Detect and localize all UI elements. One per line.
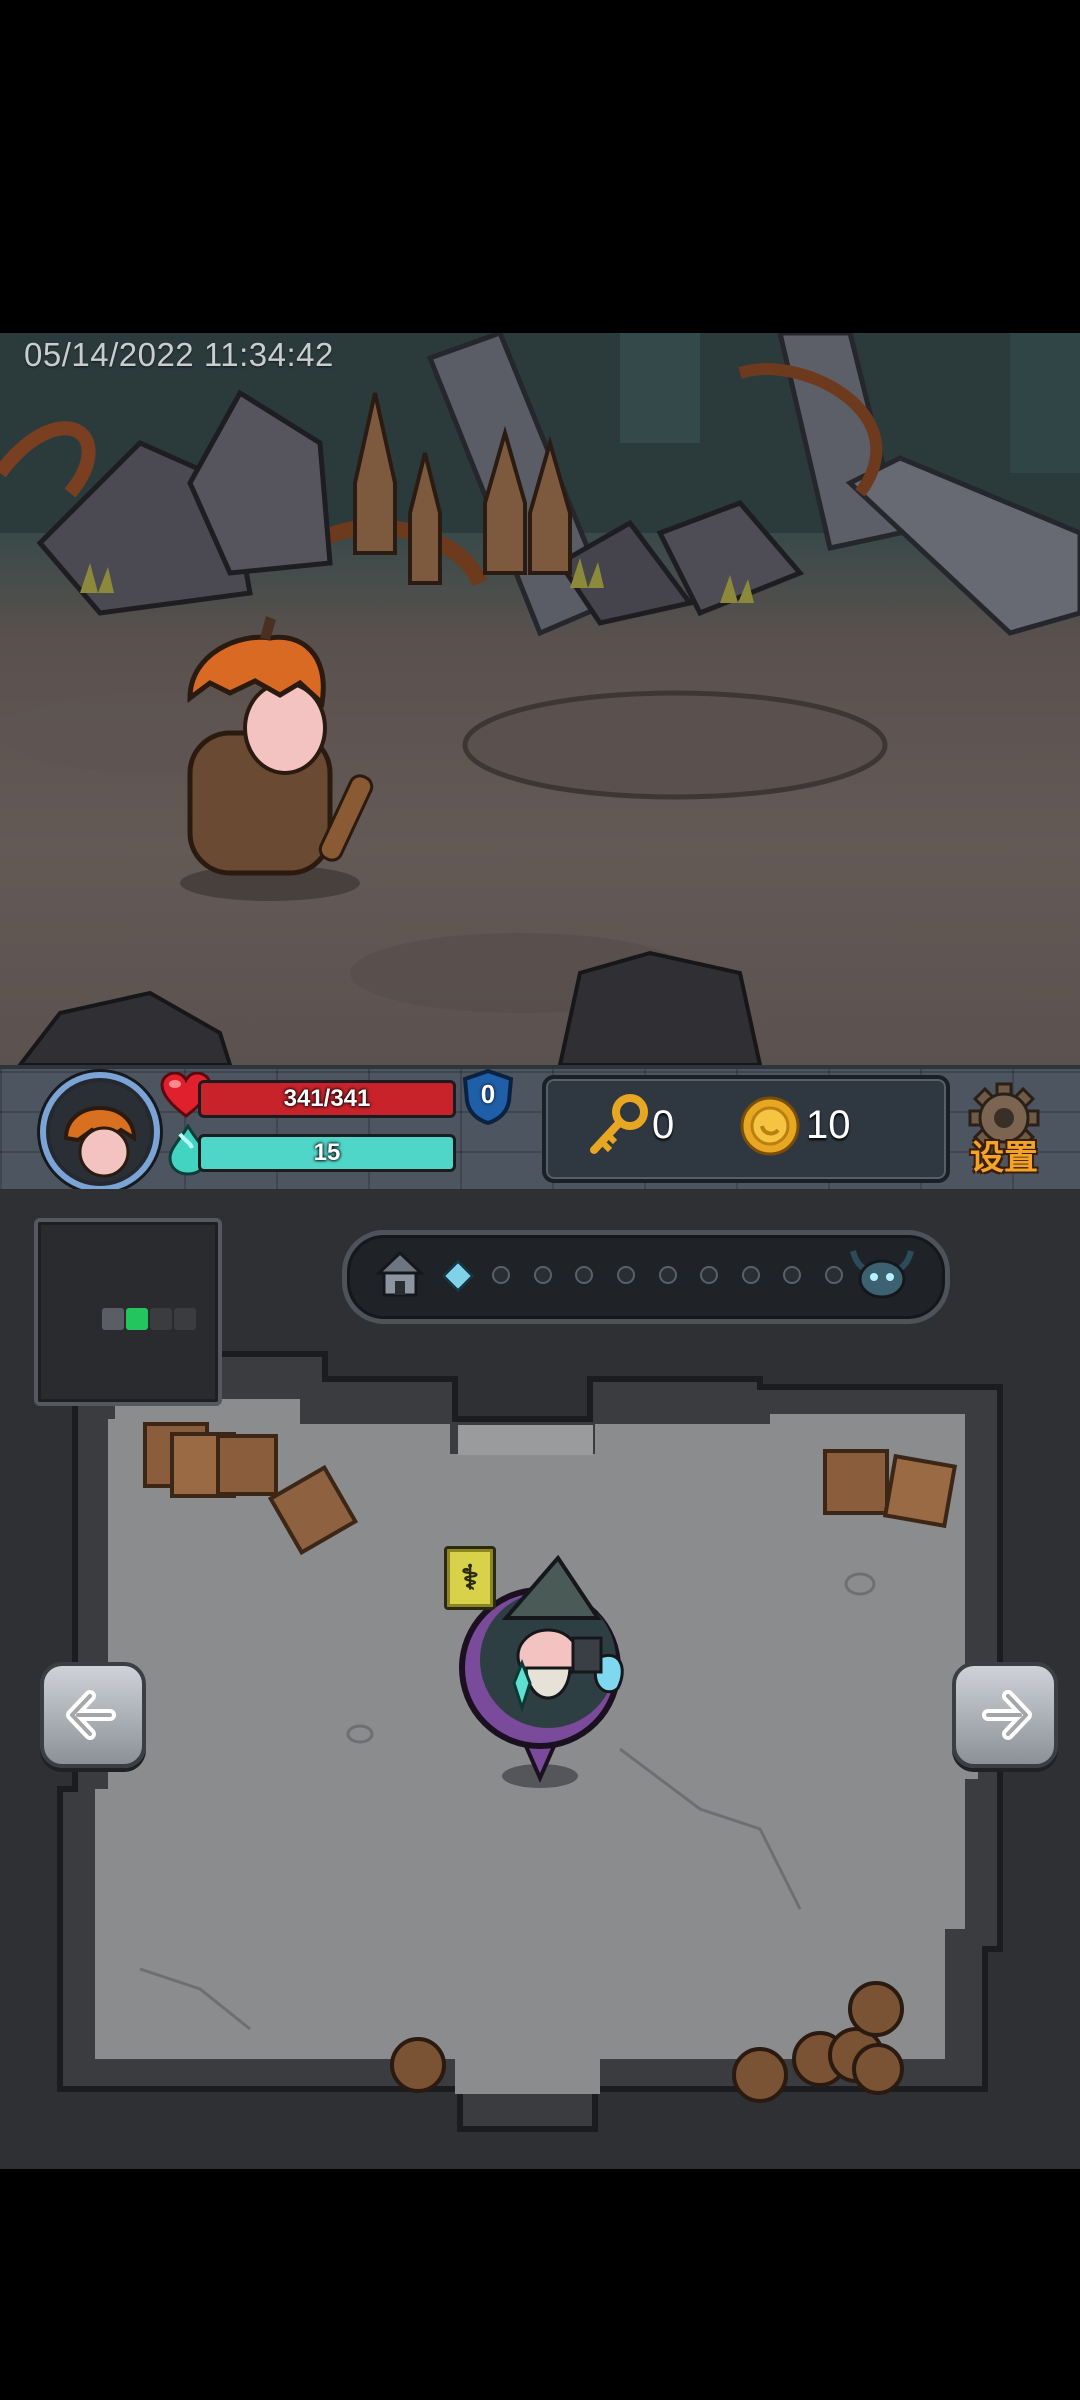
stage-dot (492, 1266, 510, 1284)
gold-coin-icon (740, 1096, 800, 1161)
rune-card-icon[interactable]: ⚕ (444, 1546, 496, 1610)
battle-background (0, 333, 1080, 1065)
settings-button[interactable]: 设置 (954, 1082, 1054, 1178)
minimap-room (150, 1308, 172, 1330)
key-count: 0 (652, 1103, 675, 1147)
hp-bar: 341/341 (198, 1080, 456, 1118)
pumpkin-head-enemy[interactable] (180, 616, 375, 901)
pumpkin-hero-portrait-icon (50, 1082, 150, 1182)
move-left-button[interactable] (40, 1662, 146, 1768)
minimap[interactable] (34, 1218, 222, 1406)
shield-value: 0 (480, 1079, 496, 1109)
arrow-right-icon (982, 1690, 1032, 1740)
stage-dot (700, 1266, 719, 1284)
minimap-room (174, 1308, 196, 1330)
stage-dot (741, 1266, 760, 1284)
current-stage-marker (442, 1260, 474, 1292)
mana-text: 15 (313, 1139, 341, 1166)
bottom-letterbox (0, 2169, 1080, 2400)
stage-dot (658, 1266, 677, 1284)
hero-avatar[interactable] (40, 1072, 160, 1192)
hp-text: 341/341 (283, 1085, 371, 1112)
stage-dot (575, 1266, 594, 1284)
stage-dot (533, 1266, 552, 1284)
minimap-current-room (126, 1308, 148, 1330)
mana-bar: 15 (198, 1134, 456, 1172)
key-icon (588, 1094, 648, 1161)
shield-badge: 0 (462, 1068, 514, 1126)
settings-label: 设置 (970, 1139, 1038, 1177)
move-right-button[interactable] (952, 1662, 1058, 1768)
timestamp-overlay: 05/14/2022 11:34:42 (24, 336, 334, 373)
arrow-left-icon (66, 1690, 116, 1740)
stage-progress-track (342, 1230, 950, 1324)
house-icon (375, 1249, 425, 1304)
battle-scene (0, 333, 1080, 1065)
stage-dot (783, 1266, 802, 1284)
minimap-room (102, 1308, 124, 1330)
boss-demon-icon (847, 1247, 917, 1306)
stage-dot (616, 1266, 635, 1284)
coin-count: 10 (806, 1103, 851, 1147)
stage-dot (825, 1266, 843, 1284)
